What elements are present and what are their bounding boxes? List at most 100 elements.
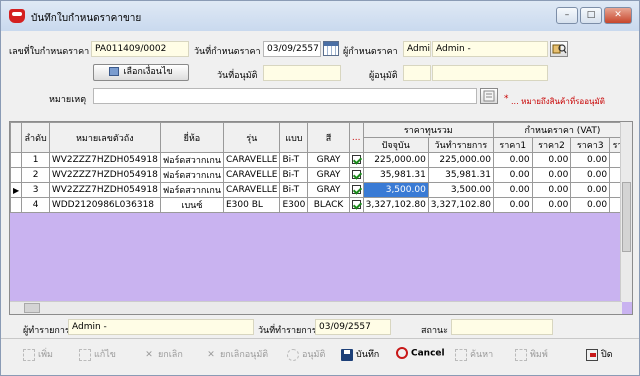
lookup-user-icon[interactable]: [550, 41, 568, 57]
cell-cost-txn[interactable]: 35,981.31: [427, 167, 494, 183]
save-button[interactable]: บันทึก: [341, 347, 379, 361]
approve-button[interactable]: อนุมัติ: [287, 347, 325, 361]
cell-cost-current[interactable]: 35,981.31: [362, 167, 429, 183]
cell-type[interactable]: Bi-T: [279, 152, 309, 168]
cell-model[interactable]: CARAVELLE: [222, 182, 281, 198]
add-button[interactable]: เพิ่ม: [23, 347, 53, 361]
cell-price3[interactable]: 0.00: [570, 152, 611, 168]
col-cost-txn-header[interactable]: วันทำรายการ: [427, 137, 494, 153]
doc-no-field[interactable]: PA011409/0002: [91, 41, 189, 57]
title-bar[interactable]: บันทึกใบกำหนดราคาขาย – □ ✕: [1, 1, 639, 31]
print-button[interactable]: พิมพ์: [515, 347, 548, 361]
cell-color[interactable]: GRAY: [307, 152, 350, 168]
doc-date-label: วันที่กำหนดราคา: [194, 47, 261, 57]
note-expand-icon[interactable]: [480, 88, 498, 104]
vertical-scroll-thumb[interactable]: [622, 182, 631, 252]
main-window: บันทึกใบกำหนดราคาขาย – □ ✕ เลขที่ใบกำหนด…: [0, 0, 640, 376]
cell-price2[interactable]: 0.00: [531, 167, 572, 183]
cell-seq[interactable]: 4: [21, 197, 50, 213]
minimize-button[interactable]: –: [556, 7, 578, 24]
cell-cost-txn[interactable]: 3,327,102.80: [427, 197, 494, 213]
cell-price3[interactable]: 0.00: [570, 197, 611, 213]
cell-color[interactable]: BLACK: [307, 197, 350, 213]
calendar-icon[interactable]: [323, 41, 339, 56]
cell-brand[interactable]: ฟอร์ดสวากเกน: [159, 182, 225, 198]
cell-seq[interactable]: 2: [21, 167, 50, 183]
cell-cost-txn[interactable]: 3,500.00: [427, 182, 494, 198]
cell-price2[interactable]: 0.00: [531, 197, 572, 213]
col-cost-group-header: ราคาทุนรวม: [362, 122, 494, 138]
vertical-scrollbar[interactable]: [620, 122, 632, 302]
cancel-approve-button[interactable]: ✕ ยกเลิกอนุมัติ: [205, 347, 268, 361]
cell-brand[interactable]: ฟอร์ดสวากเกน: [159, 152, 225, 168]
add-icon: [23, 348, 35, 361]
col-price1-header[interactable]: ราคา1: [492, 137, 533, 153]
cell-price1[interactable]: 0.00: [492, 182, 533, 198]
cell-price1[interactable]: 0.00: [492, 197, 533, 213]
col-type-header[interactable]: แบบ: [279, 122, 309, 153]
cell-seq[interactable]: 3: [21, 182, 50, 198]
cancel-doc-button[interactable]: ✕ ยกเลิก: [143, 347, 183, 361]
table-row[interactable]: 1 WV2ZZZ7HZDH054918 ฟอร์ดสวากเกน CARAVEL…: [10, 152, 632, 168]
note-field[interactable]: [93, 88, 477, 104]
cell-cost-current[interactable]: 3,327,102.80: [362, 197, 429, 213]
horizontal-scroll-thumb[interactable]: [24, 303, 40, 313]
cell-brand[interactable]: ฟอร์ดสวากเกน: [159, 167, 225, 183]
table-row[interactable]: ▶ 3 WV2ZZZ7HZDH054918 ฟอร์ดสวากเกน CARAV…: [10, 182, 632, 198]
row-checkbox[interactable]: [348, 152, 364, 168]
table-row[interactable]: 2 WV2ZZZ7HZDH054918 ฟอร์ดสวากเกน CARAVEL…: [10, 167, 632, 183]
exit-icon: [586, 348, 598, 361]
row-checkbox[interactable]: [348, 197, 364, 213]
cell-seq[interactable]: 1: [21, 152, 50, 168]
approve-date-field[interactable]: [263, 65, 341, 81]
cell-model[interactable]: CARAVELLE: [222, 152, 281, 168]
cell-type[interactable]: E300: [279, 197, 309, 213]
cell-price3[interactable]: 0.00: [570, 167, 611, 183]
cell-cost-txn[interactable]: 225,000.00: [427, 152, 494, 168]
cell-cost-current[interactable]: 225,000.00: [362, 152, 429, 168]
col-price2-header[interactable]: ราคา2: [531, 137, 572, 153]
cell-price2[interactable]: 0.00: [531, 182, 572, 198]
table-row[interactable]: 4 WDD2120986L036318 เบนซ์ E300 BL E300 B…: [10, 197, 632, 213]
search-button[interactable]: ค้นหา: [455, 347, 493, 361]
col-color-header[interactable]: สี: [307, 122, 350, 153]
col-dots-header[interactable]: ...: [348, 122, 364, 153]
col-chassis-header[interactable]: หมายเลขตัวถัง: [48, 122, 161, 153]
doc-date-field[interactable]: 03/09/2557: [263, 41, 321, 57]
col-model-header[interactable]: รุ่น: [222, 122, 281, 153]
cell-price2[interactable]: 0.00: [531, 152, 572, 168]
horizontal-scrollbar[interactable]: [10, 301, 622, 314]
price-grid[interactable]: ลำดับ หมายเลขตัวถัง ยี่ห้อ รุ่น แบบ สี .…: [9, 121, 633, 315]
row-checkbox[interactable]: [348, 182, 364, 198]
cancel-button[interactable]: Cancel: [396, 347, 445, 359]
edit-button[interactable]: แก้ไข: [79, 347, 116, 361]
close-button[interactable]: ปิด: [586, 347, 613, 361]
cell-color[interactable]: GRAY: [307, 167, 350, 183]
col-brand-header[interactable]: ยี่ห้อ: [159, 122, 225, 153]
cell-cost-current-selected[interactable]: 3,500.00: [362, 182, 429, 198]
cell-type[interactable]: Bi-T: [279, 167, 309, 183]
cell-type[interactable]: Bi-T: [279, 182, 309, 198]
cell-chassis[interactable]: WV2ZZZ7HZDH054918: [48, 182, 161, 198]
col-seq-header[interactable]: ลำดับ: [21, 122, 50, 153]
cell-model[interactable]: CARAVELLE: [222, 167, 281, 183]
cell-chassis[interactable]: WV2ZZZ7HZDH054918: [48, 167, 161, 183]
cell-price3[interactable]: 0.00: [570, 182, 611, 198]
cell-brand[interactable]: เบนซ์: [159, 197, 225, 213]
cell-price1[interactable]: 0.00: [492, 152, 533, 168]
cell-model[interactable]: E300 BL: [222, 197, 281, 213]
col-cost-current-header[interactable]: ปัจจุบัน: [362, 137, 429, 153]
row-checkbox[interactable]: [348, 167, 364, 183]
cell-chassis[interactable]: WV2ZZZ7HZDH054918: [48, 152, 161, 168]
cell-chassis[interactable]: WDD2120986L036318: [48, 197, 161, 213]
col-price3-header[interactable]: ราคา3: [570, 137, 611, 153]
row-indicator: [10, 197, 23, 213]
recorder-label: ผู้ทำรายการ: [23, 326, 70, 336]
close-window-button[interactable]: ✕: [604, 7, 632, 24]
cell-price1[interactable]: 0.00: [492, 167, 533, 183]
cell-color[interactable]: GRAY: [307, 182, 350, 198]
select-item-button[interactable]: เลือกเงื่อนไข: [93, 64, 189, 81]
approver-code-field[interactable]: [403, 65, 431, 81]
maximize-button[interactable]: □: [580, 7, 602, 24]
creator-code-field[interactable]: Admin: [403, 41, 431, 57]
